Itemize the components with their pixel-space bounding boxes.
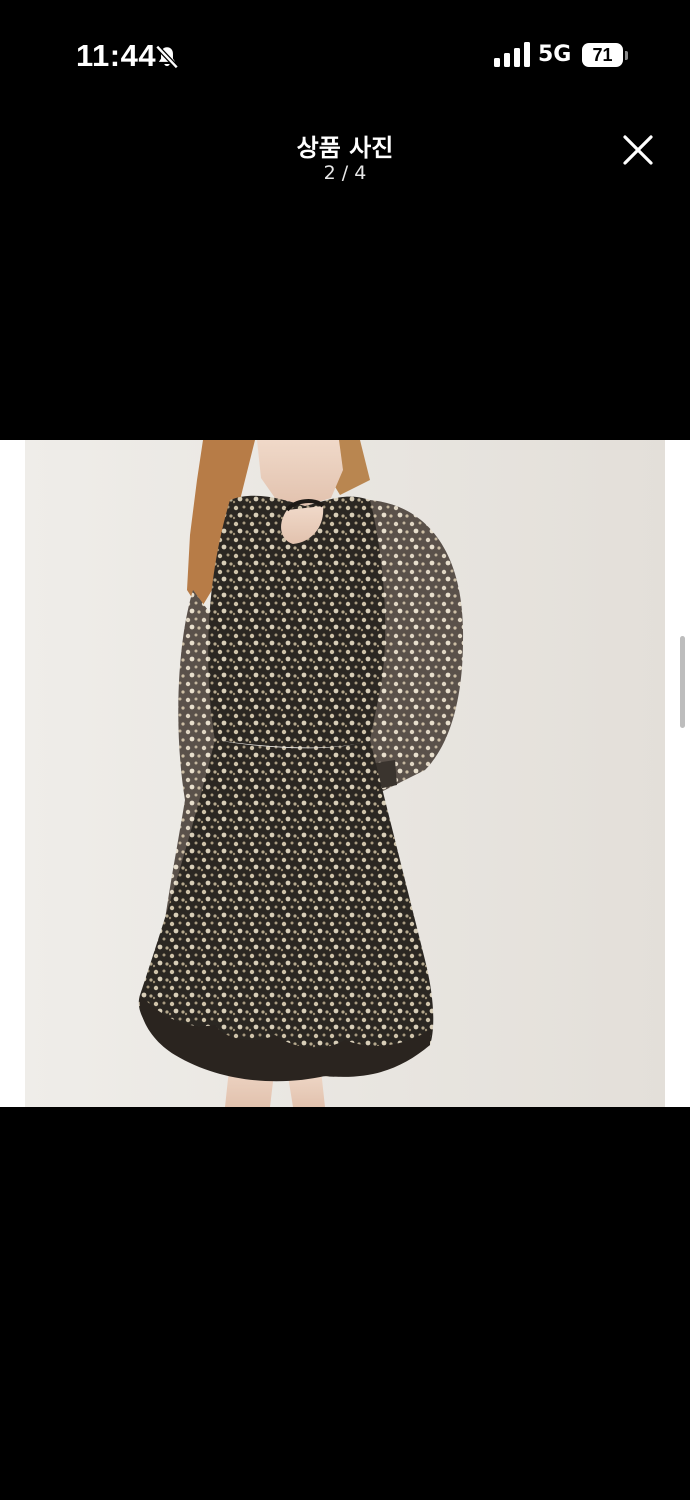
battery-level: 71: [582, 43, 623, 67]
product-photo[interactable]: [25, 440, 665, 1107]
viewer-header: 상품 사진 2 / 4: [0, 120, 690, 200]
cellular-signal-icon: [494, 42, 530, 67]
status-time: 11:44: [76, 38, 157, 73]
close-icon: [623, 135, 653, 165]
battery-cap: [625, 51, 628, 60]
page-title: 상품 사진: [296, 134, 394, 162]
photo-counter: 2 / 4: [323, 162, 367, 184]
network-type: 5G: [538, 42, 572, 67]
close-button[interactable]: [616, 128, 660, 172]
product-photo-frame[interactable]: [0, 440, 690, 1107]
bell-slash-icon: [155, 45, 179, 69]
scroll-indicator[interactable]: [680, 636, 685, 728]
status-bar: 11:44 5G 71: [0, 0, 690, 110]
